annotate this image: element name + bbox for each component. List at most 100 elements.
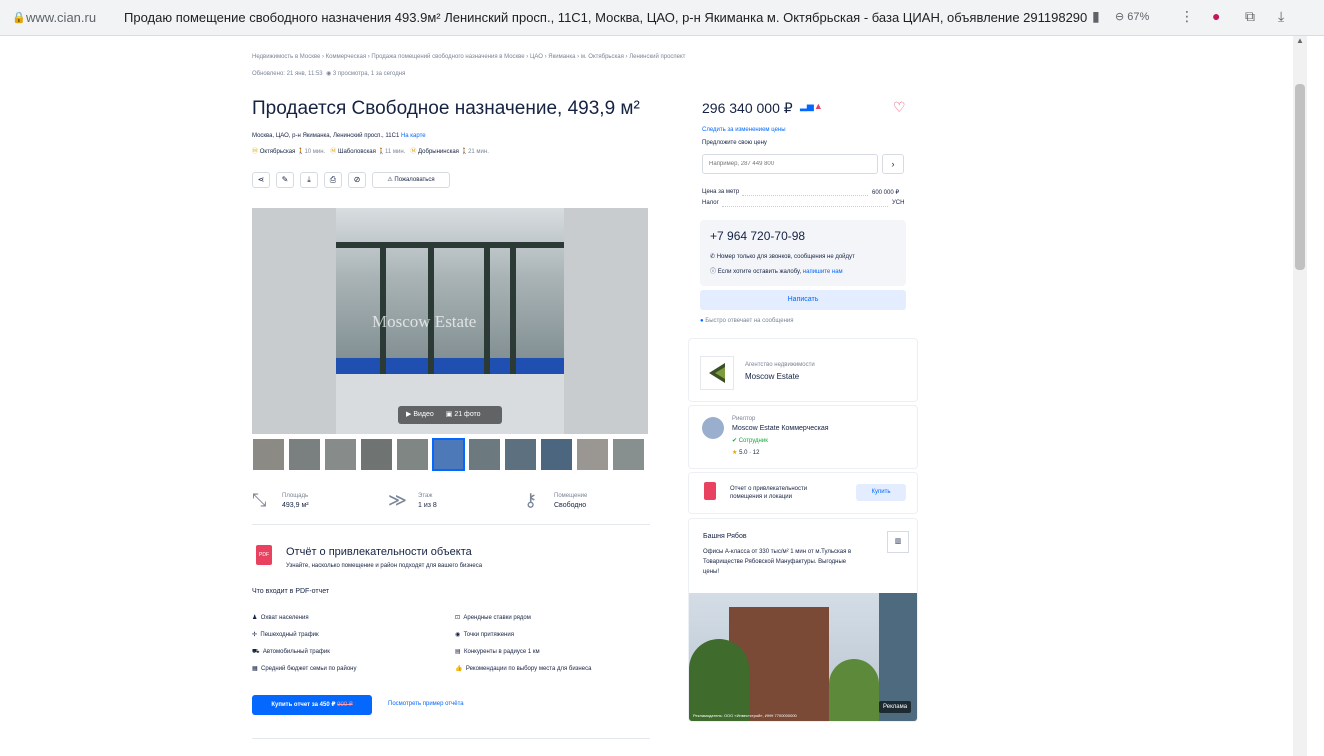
photo-thumbnail[interactable] <box>468 438 501 471</box>
copy-icon[interactable]: ⧉ <box>1245 8 1255 25</box>
download-icon[interactable]: ⤓ <box>300 172 318 188</box>
shop-icon: ▤ <box>455 649 461 655</box>
metro-time: 10 мин. <box>304 149 326 155</box>
report-item-label: Конкуренты в радиусе 1 км <box>464 649 540 655</box>
video-button[interactable]: Видео <box>413 411 433 418</box>
main-photo[interactable]: Moscow Estate ▶ Видео ▣ 21 фото <box>252 208 648 434</box>
bookmark-icon[interactable]: ▮ <box>1092 8 1100 25</box>
photos-count-button[interactable]: 21 фото <box>454 411 480 418</box>
scroll-up-arrow-icon[interactable]: ▲ <box>1294 36 1306 48</box>
buy-report-button[interactable]: Купить отчет за 450 ₽ 900 ₽ <box>252 695 372 715</box>
agent-badge: ✔ Сотрудник <box>732 438 768 444</box>
submit-offer-button[interactable]: › <box>882 154 904 174</box>
report-item: ✢ Пешеходный трафик <box>252 631 319 638</box>
address-text[interactable]: Москва, ЦАО, р-н Якиманка, Ленинский про… <box>252 133 399 139</box>
breadcrumb-item[interactable]: Недвижимость в Москве <box>252 54 320 60</box>
warning-icon: ⚠ <box>387 177 393 183</box>
follow-price-link[interactable]: Следить за изменением цены <box>702 127 786 133</box>
example-report-link[interactable]: Посмотреть пример отчёта <box>388 701 464 707</box>
browser-address-bar[interactable]: 🔒 www.cian.ru Продаю помещение свободног… <box>0 0 1324 36</box>
fast-reply-text: Быстро отвечает на сообщения <box>705 318 794 324</box>
photo-floor <box>336 374 564 434</box>
hide-icon[interactable]: ⊘ <box>348 172 366 188</box>
report-item-label: Автомобильный трафик <box>262 649 330 655</box>
wallet-icon: ▦ <box>252 666 258 672</box>
photo-frame-top <box>336 242 564 248</box>
key-icon: ⚷ <box>524 490 538 510</box>
photo-thumbnail[interactable] <box>540 438 573 471</box>
breadcrumb-item[interactable]: Продажа помещений свободного назначения … <box>371 54 524 60</box>
agency-name[interactable]: Moscow Estate <box>745 372 799 381</box>
complain-link[interactable]: напишите нам <box>803 269 843 275</box>
breadcrumb-item[interactable]: ЦАО <box>530 54 543 60</box>
complain-note-text: Если хотите оставить жалобу, <box>717 269 802 275</box>
favorite-heart-icon[interactable]: ♡ <box>893 99 906 116</box>
photo-thumbnail-active[interactable] <box>432 438 465 471</box>
metro-station[interactable]: Добрынинская <box>418 149 459 155</box>
complain-button[interactable]: ⚠ Пожаловаться <box>372 172 450 188</box>
report-item-label: Арендные ставки рядом <box>463 615 531 621</box>
photo-thumbnail[interactable] <box>504 438 537 471</box>
report-item-label: Рекомендации по выбору места для бизнеса <box>465 666 592 672</box>
photo-thumbnail[interactable] <box>324 438 357 471</box>
car-icon: ⛟ <box>252 649 260 655</box>
offer-price-input[interactable] <box>702 154 878 174</box>
media-controls: ▶ Видео ▣ 21 фото <box>398 406 502 424</box>
photo-thumbnail[interactable] <box>576 438 609 471</box>
menu-dots-icon[interactable]: ⋮ <box>1180 8 1194 25</box>
agent-badge-text: Сотрудник <box>738 438 768 444</box>
complain-label: Пожаловаться <box>394 177 435 183</box>
price-chart-icon[interactable]: ▂▅▲ <box>800 101 823 112</box>
map-link[interactable]: На карте <box>401 133 426 139</box>
metro-station[interactable]: Шаболовская <box>338 149 376 155</box>
photo-thumbnail[interactable] <box>252 438 285 471</box>
photo-thumbnail[interactable] <box>288 438 321 471</box>
views-count[interactable]: 3 просмотра, 1 за сегодня <box>333 71 405 77</box>
fact-value: 493,9 м² <box>282 502 309 509</box>
write-message-button[interactable]: Написать <box>700 290 906 310</box>
scrollbar-thumb[interactable] <box>1295 84 1305 270</box>
report-item: 👍 Рекомендации по выбору места для бизне… <box>455 665 591 672</box>
download-icon[interactable]: ⤓ <box>1278 8 1284 25</box>
zoom-indicator[interactable]: ⊖ 67% <box>1115 10 1149 23</box>
buy-report-card-button[interactable]: Купить <box>856 484 906 501</box>
breadcrumb-item[interactable]: Коммерческая <box>326 54 366 60</box>
phone-number[interactable]: +7 964 720-70-98 <box>710 229 805 243</box>
thumb-up-icon: 👍 <box>455 666 463 672</box>
url-domain[interactable]: www.cian.ru <box>26 10 96 25</box>
ad-title: Башня Рябов <box>703 533 747 540</box>
star-icon: ★ <box>732 450 738 456</box>
photo-thumbnail[interactable] <box>360 438 393 471</box>
report-item-label: Средний бюджет семьи по району <box>261 666 357 672</box>
extension-icon[interactable]: ● <box>1212 8 1220 24</box>
ad-card[interactable]: Башня Рябов Офисы А-класса от 330 тыс/м²… <box>688 518 918 722</box>
ad-logo: ▥ <box>887 531 909 553</box>
report-item-label: Охват населения <box>260 615 309 621</box>
breadcrumb-item[interactable]: Ленинский проспект <box>629 54 685 60</box>
breadcrumb-item[interactable]: м. Октябрьская <box>581 54 624 60</box>
phone-icon: ✆ <box>710 254 716 260</box>
agency-label: Агентство недвижимости <box>745 362 815 368</box>
offer-label: Предложите свою цену <box>702 140 767 146</box>
phone-note: ✆ Номер только для звонков, сообщения не… <box>710 253 855 260</box>
report-item: ◉ Точки притяжения <box>455 631 514 638</box>
metro-station[interactable]: Октябрьская <box>260 149 296 155</box>
agent-name[interactable]: Moscow Estate Коммерческая <box>732 425 829 432</box>
breadcrumb-item[interactable]: Якиманка <box>548 54 575 60</box>
fast-reply-note: ● Быстро отвечает на сообщения <box>700 318 793 324</box>
page-title: Продается Свободное назначение, 493,9 м² <box>252 98 640 119</box>
ad-label: Реклама <box>879 701 912 713</box>
rent-icon: ⊡ <box>455 615 461 621</box>
agent-card[interactable] <box>688 405 918 469</box>
photo-thumbnail[interactable] <box>396 438 429 471</box>
area-icon: ⤡ <box>252 490 267 510</box>
print-icon[interactable]: ⎙ <box>324 172 342 188</box>
photo-thumbnail[interactable] <box>612 438 645 471</box>
photo-wall-right <box>564 208 648 434</box>
share-icon[interactable]: ⋖ <box>252 172 270 188</box>
edit-icon[interactable]: ✎ <box>276 172 294 188</box>
report-item: ⊡ Арендные ставки рядом <box>455 614 531 621</box>
photo-wall-left <box>252 208 336 434</box>
report-item: ▦ Средний бюджет семьи по району <box>252 665 356 672</box>
eye-icon: ◉ <box>325 71 332 77</box>
